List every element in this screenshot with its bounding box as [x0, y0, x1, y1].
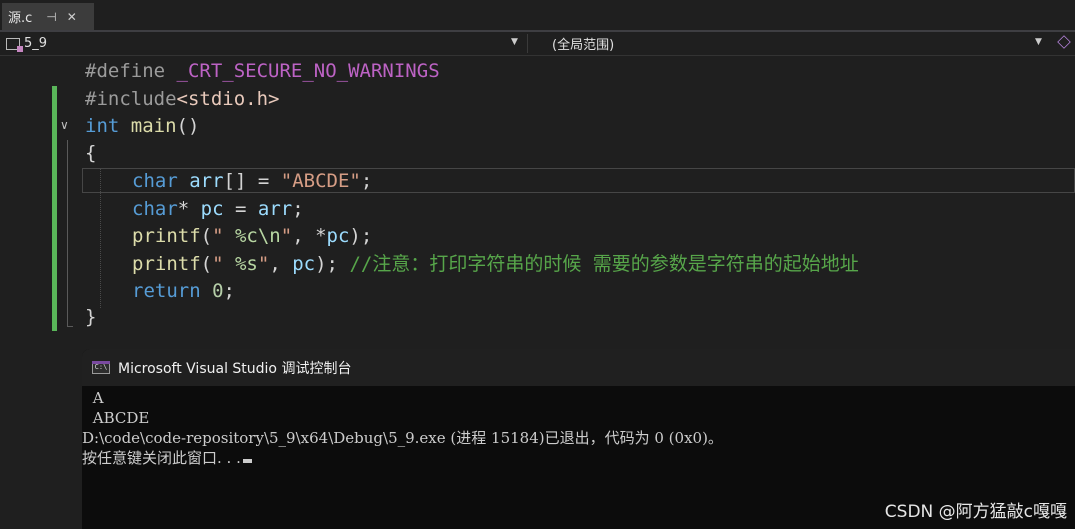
argument-separator: , [269, 253, 293, 275]
function-call: printf [132, 225, 201, 247]
scope-dropdown[interactable]: (全局范围) [552, 34, 614, 53]
semicolon: ; [292, 198, 304, 220]
code-comment: //注意：打印字符串的时候 需要的参数是字符串的起始地址 [349, 253, 859, 275]
variable-name: arr [257, 198, 293, 220]
project-label: 5_9 [24, 36, 48, 51]
code-line-1: #define _CRT_SECURE_NO_WARNINGS [85, 58, 440, 85]
code-line-10: } [85, 304, 96, 331]
close-icon[interactable]: ✕ [67, 10, 77, 24]
paren: ( [200, 225, 213, 247]
type-keyword: char [132, 198, 178, 220]
code-line-5: char arr[] = "ABCDE"; [132, 168, 372, 195]
watermark: CSDN @阿方猛敲c嘎嘎 [884, 502, 1067, 522]
operator: [] = [223, 170, 281, 192]
variable-name: pc [292, 253, 316, 275]
preprocessor-keyword: #define [85, 60, 166, 82]
string-literal: "ABCDE" [280, 170, 361, 192]
fold-chevron-icon[interactable]: ∨ [60, 118, 69, 132]
include-header: <stdio.h> [176, 88, 280, 110]
member-cube-icon[interactable] [1057, 35, 1071, 49]
tab-label: 源.c [8, 11, 33, 26]
paren: ( [200, 253, 213, 275]
code-line-9: return 0; [132, 278, 235, 305]
semicolon: ; [223, 280, 235, 302]
scope-label: (全局范围) [552, 38, 615, 53]
number-literal: 0 [200, 280, 224, 302]
chevron-down-icon[interactable]: ▼ [1035, 37, 1042, 47]
argument-separator: , * [292, 225, 327, 247]
variable-name: pc [326, 225, 350, 247]
code-line-6: char* pc = arr; [132, 196, 304, 223]
tab-source-file[interactable]: 源.c ⊣ ✕ [2, 3, 94, 30]
navigation-bar: 5_9 ▼ (全局范围) ▼ [0, 32, 1075, 56]
change-tracking-bar [52, 86, 57, 331]
variable-name: pc [200, 198, 224, 220]
type-keyword: char [132, 170, 178, 192]
fold-guide-end [67, 326, 73, 327]
nav-divider [527, 34, 528, 53]
pin-icon[interactable]: ⊣ [46, 10, 56, 24]
console-title: Microsoft Visual Studio 调试控制台 [118, 360, 352, 377]
format-specifier: %c\n [234, 225, 281, 247]
console-prompt-text: 按任意键关闭此窗口. . . [82, 449, 241, 467]
semicolon: ); [349, 225, 373, 247]
string-literal: " [280, 225, 293, 247]
console-title-bar[interactable]: C:\ Microsoft Visual Studio 调试控制台 [82, 349, 1075, 386]
fold-guide-line [67, 140, 68, 326]
variable-name: arr [189, 170, 224, 192]
project-icon [6, 37, 23, 52]
code-line-8: printf(" %s", pc); //注意：打印字符串的时候 需要的参数是字… [132, 251, 859, 278]
console-prompt-line: 按任意键关闭此窗口. . . [82, 448, 252, 468]
function-name: main [130, 115, 177, 137]
console-cursor [242, 459, 252, 463]
preprocessor-keyword: #include [85, 88, 177, 110]
close-brace: } [85, 306, 97, 328]
console-output-line: ABCDE [88, 409, 150, 427]
string-literal: " [212, 225, 235, 247]
string-literal: " [212, 253, 235, 275]
code-line-3: int main() [85, 113, 199, 140]
console-output-line: D:\code\code-repository\5_9\x64\Debug\5_… [82, 429, 723, 447]
return-keyword: return [132, 280, 201, 302]
string-literal: " [257, 253, 270, 275]
operator: = [223, 198, 258, 220]
semicolon: ; [360, 170, 373, 192]
document-tab-strip: 源.c ⊣ ✕ [0, 0, 1075, 32]
console-output-line: A [88, 389, 104, 407]
project-dropdown[interactable]: 5_9 [6, 34, 522, 53]
pointer-star: * [177, 198, 201, 220]
code-line-4: { [85, 140, 96, 167]
function-call: printf [132, 253, 201, 275]
console-app-icon: C:\ [92, 361, 110, 374]
code-line-2: #include<stdio.h> [85, 86, 279, 113]
format-specifier: %s [234, 253, 258, 275]
code-line-7: printf(" %c\n", *pc); [132, 223, 372, 250]
open-brace: { [85, 142, 97, 164]
macro-name: _CRT_SECURE_NO_WARNINGS [176, 60, 440, 82]
type-keyword: int [85, 115, 120, 137]
semicolon: ); [315, 253, 350, 275]
parens: () [176, 115, 200, 137]
chevron-down-icon[interactable]: ▼ [511, 37, 518, 47]
